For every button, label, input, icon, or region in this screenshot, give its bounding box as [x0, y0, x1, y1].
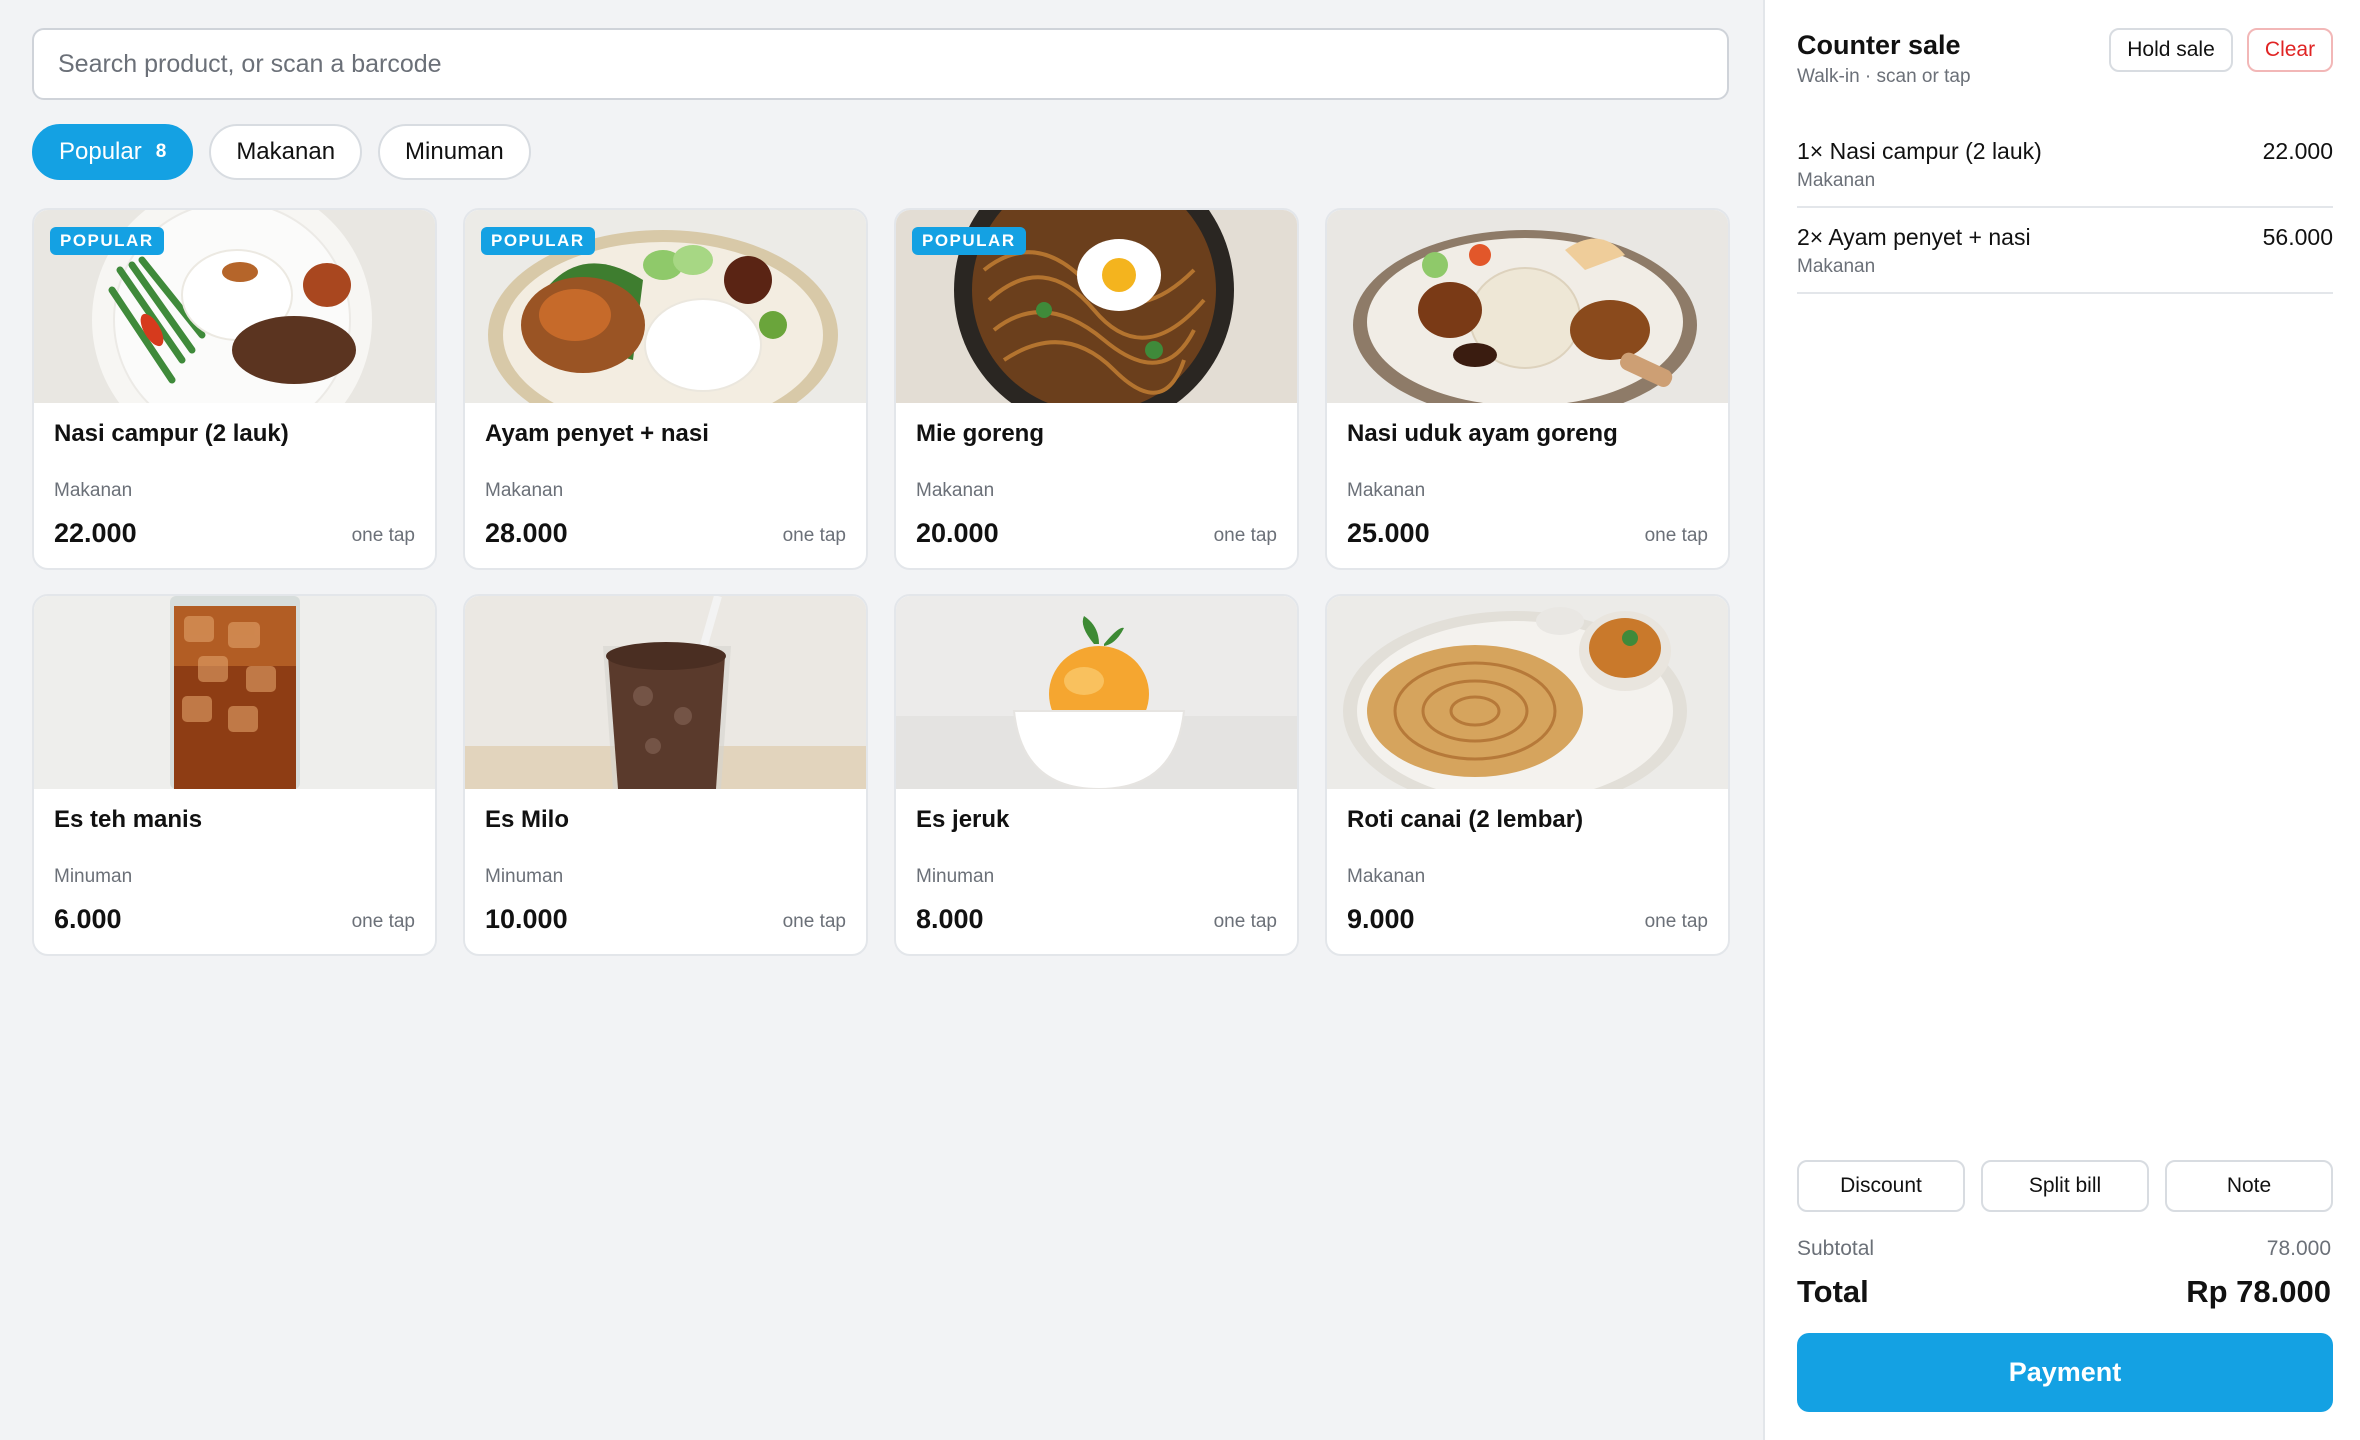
product-image: [896, 596, 1297, 789]
product-price: 6.000: [54, 904, 122, 934]
product-card[interactable]: Nasi uduk ayam goreng Makanan 25.000 one…: [1325, 208, 1730, 570]
product-name: Nasi campur (2 lauk): [54, 420, 289, 447]
cart-line-item[interactable]: 1× Nasi campur (2 lauk) Makanan 22.000: [1797, 122, 2333, 208]
cart-item-name: 2× Ayam penyet + nasi: [1797, 224, 2031, 250]
product-card[interactable]: POPULAR Ayam penyet + nasi Makanan 28.00…: [463, 208, 868, 570]
product-image: [34, 596, 435, 789]
product-card[interactable]: Es teh manis Minuman 6.000 one tap: [32, 594, 437, 956]
product-card[interactable]: POPULAR Nasi campur (2 lauk) Makanan 22.…: [32, 208, 437, 570]
product-category: Makanan: [54, 480, 133, 501]
cart-item-name: 1× Nasi campur (2 lauk): [1797, 138, 2042, 164]
clear-button[interactable]: Clear: [2247, 28, 2333, 72]
total-value: Rp 78.000: [2186, 1274, 2331, 1309]
product-image: POPULAR: [465, 210, 866, 403]
cart-line-item[interactable]: 2× Ayam penyet + nasi Makanan 56.000: [1797, 208, 2333, 294]
product-price: 9.000: [1347, 904, 1415, 934]
product-name: Es jeruk: [916, 806, 1010, 833]
one-tap-hint: one tap: [782, 911, 846, 932]
category-filters: Popular 8 Makanan Minuman: [32, 124, 531, 180]
product-name: Es teh manis: [54, 806, 203, 833]
product-card[interactable]: Es Milo Minuman 10.000 one tap: [463, 594, 868, 956]
product-card[interactable]: Es jeruk Minuman 8.000 one tap: [894, 594, 1299, 956]
roti-canai-plate-image: [1327, 596, 1728, 789]
filter-chip-count: 8: [155, 141, 167, 162]
cart-item-category: Makanan: [1797, 170, 1876, 191]
search-bar[interactable]: [32, 28, 1729, 100]
one-tap-hint: one tap: [1213, 911, 1277, 932]
filter-chip-label: Makanan: [236, 138, 336, 165]
product-name: Nasi uduk ayam goreng: [1347, 420, 1618, 447]
product-image: POPULAR: [34, 210, 435, 403]
product-image: POPULAR: [896, 210, 1297, 403]
popular-badge: POPULAR: [50, 227, 164, 255]
product-category: Minuman: [54, 866, 133, 887]
split-bill-button[interactable]: Split bill: [1981, 1160, 2149, 1212]
filter-chip-label: Popular: [59, 138, 142, 165]
popular-badge: POPULAR: [912, 227, 1026, 255]
product-image: [1327, 596, 1728, 789]
product-name: Es Milo: [485, 806, 570, 833]
product-category: Minuman: [485, 866, 564, 887]
product-panel: Popular 8 Makanan Minuman: [0, 0, 1763, 1440]
product-category: Makanan: [1347, 480, 1426, 501]
product-image: [465, 596, 866, 789]
note-button[interactable]: Note: [2165, 1160, 2333, 1212]
search-input[interactable]: [34, 30, 1727, 98]
iced-milo-glass-image: [465, 596, 866, 789]
filter-chip-popular[interactable]: Popular 8: [32, 124, 194, 180]
filter-chip-label: Minuman: [405, 138, 504, 165]
cart-item-category: Makanan: [1797, 256, 1876, 277]
one-tap-hint: one tap: [351, 911, 415, 932]
product-price: 20.000: [916, 518, 999, 548]
order-actions: Discount Split bill Note: [1797, 1160, 2333, 1212]
product-category: Makanan: [916, 480, 995, 501]
total-label: Total: [1797, 1274, 1869, 1309]
product-name: Mie goreng: [916, 420, 1045, 447]
order-subtitle: Walk-in · scan or tap: [1797, 66, 1971, 87]
subtotal-label: Subtotal: [1797, 1237, 1875, 1260]
order-title: Counter sale: [1797, 30, 1961, 60]
cart-item-price: 56.000: [2262, 224, 2333, 250]
one-tap-hint: one tap: [1213, 525, 1277, 546]
popular-badge: POPULAR: [481, 227, 595, 255]
one-tap-hint: one tap: [782, 525, 846, 546]
payment-button[interactable]: Payment: [1797, 1333, 2333, 1412]
product-card[interactable]: Roti canai (2 lembar) Makanan 9.000 one …: [1325, 594, 1730, 956]
filter-chip-makanan[interactable]: Makanan: [209, 124, 363, 180]
cart-item-price: 22.000: [2262, 138, 2333, 164]
product-grid: POPULAR Nasi campur (2 lauk) Makanan 22.…: [32, 208, 1730, 956]
product-price: 10.000: [485, 904, 568, 934]
hold-sale-button[interactable]: Hold sale: [2109, 28, 2233, 72]
product-price: 25.000: [1347, 518, 1430, 548]
product-price: 8.000: [916, 904, 984, 934]
iced-tea-glass-image: [34, 596, 435, 789]
filter-chip-minuman[interactable]: Minuman: [378, 124, 531, 180]
product-category: Minuman: [916, 866, 995, 887]
product-category: Makanan: [485, 480, 564, 501]
product-name: Ayam penyet + nasi: [485, 420, 709, 447]
orange-sorbet-bowl-image: [896, 596, 1297, 789]
product-card[interactable]: POPULAR Mie goreng Makanan 20.000 one ta…: [894, 208, 1299, 570]
product-category: Makanan: [1347, 866, 1426, 887]
product-name: Roti canai (2 lembar): [1347, 806, 1584, 833]
nasi-uduk-plate-image: [1327, 210, 1728, 403]
product-image: [1327, 210, 1728, 403]
product-price: 28.000: [485, 518, 568, 548]
discount-button[interactable]: Discount: [1797, 1160, 1965, 1212]
one-tap-hint: one tap: [1644, 911, 1708, 932]
one-tap-hint: one tap: [351, 525, 415, 546]
order-panel: Counter sale Walk-in · scan or tap Hold …: [1763, 0, 2360, 1440]
one-tap-hint: one tap: [1644, 525, 1708, 546]
subtotal-value: 78.000: [2266, 1237, 2331, 1260]
product-price: 22.000: [54, 518, 137, 548]
